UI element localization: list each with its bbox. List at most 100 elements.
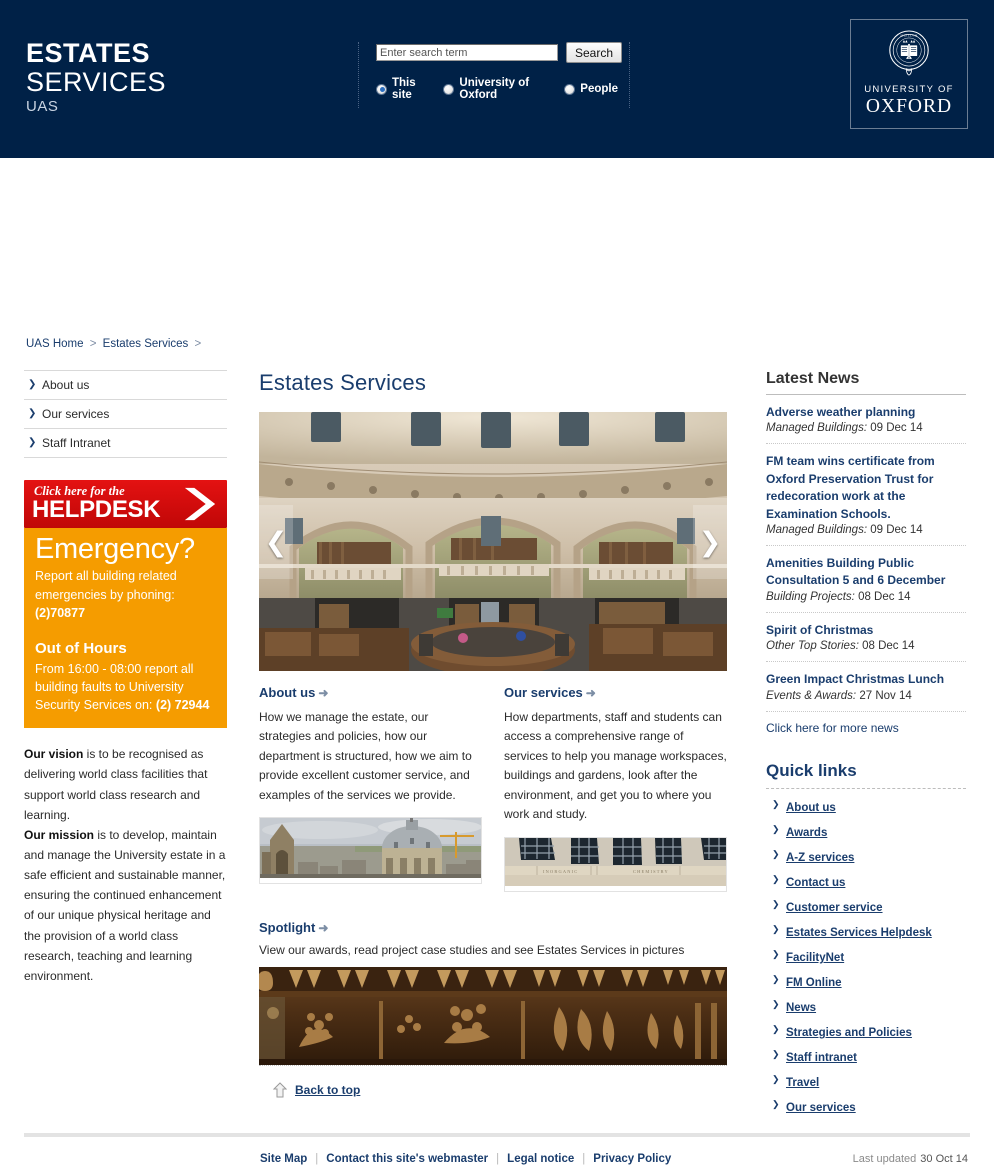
news-item: Green Impact Christmas Lunch Events & Aw… [766,671,966,712]
news-item-title[interactable]: Spirit of Christmas [766,622,966,639]
out-of-hours-phone: (2) 72944 [155,698,210,713]
emergency-phone: (2)70877 [35,605,86,620]
quick-link-contact-us[interactable]: ❯ Contact us [766,870,966,895]
svg-text:CHEMISTRY: CHEMISTRY [633,869,669,874]
sidebar-item-about-us[interactable]: ❯ About us [24,371,227,400]
radio-selected-icon[interactable] [376,83,387,95]
search-scope-this-site[interactable]: This site [376,77,428,101]
news-item-title[interactable]: FM team wins certificate from Oxford Pre… [766,453,966,523]
quick-link-label[interactable]: FacilityNet [786,952,844,964]
quick-link-a-z-services[interactable]: ❯ A-Z services [766,845,966,870]
quick-link-label[interactable]: Awards [786,827,827,839]
chevron-right-icon: ❯ [772,1098,780,1109]
search-scope-people[interactable]: People [564,83,618,95]
site-footer: Site Map | Contact this site's webmaster… [0,1133,994,1165]
oxford-skyline-photo [260,818,481,879]
quick-link-customer-service[interactable]: ❯ Customer service [766,895,966,920]
search-button[interactable]: Search [566,42,623,63]
site-logo-estates-services[interactable]: ESTATES SERVICES UAS [26,40,166,115]
arrow-right-icon: ➜ [318,686,329,700]
breadcrumb-item-estates-services[interactable]: Estates Services [103,338,189,350]
sidebar-item-staff-intranet[interactable]: ❯ Staff Intranet [24,429,227,458]
quick-link-strategies-and-policies[interactable]: ❯ Strategies and Policies [766,1020,966,1045]
quick-link-label[interactable]: A-Z services [786,852,854,864]
quick-link-label[interactable]: Our services [786,1102,856,1114]
quick-link-label[interactable]: About us [786,802,836,814]
chevron-right-icon: ❯ [772,823,780,834]
search-row: Search [376,42,629,63]
news-item: Amenities Building Public Consultation 5… [766,555,966,613]
spotlight-section: Spotlight ➜ View our awards, read project… [259,920,729,1066]
hero-carousel[interactable]: ❮ ❯ [259,412,727,671]
search-input[interactable] [376,44,558,61]
quick-link-label[interactable]: News [786,1002,816,1014]
news-item-title[interactable]: Amenities Building Public Consultation 5… [766,555,966,590]
news-item-category: Managed Buildings: [766,523,868,536]
breadcrumb: UAS Home > Estates Services > [26,338,204,350]
spotlight-image[interactable] [259,966,727,1066]
sidebar-item-our-services[interactable]: ❯ Our services [24,400,227,429]
spotlight-title: Spotlight [259,919,316,935]
quick-link-label[interactable]: Estates Services Helpdesk [786,927,932,939]
emergency-heading: Emergency? [35,533,195,565]
svg-text:SIGILLVM: SIGILLVM [900,33,917,37]
quick-link-facilitynet[interactable]: ❯ FacilityNet [766,945,966,970]
news-item-meta: Building Projects: 08 Dec 14 [766,591,966,603]
quick-link-news[interactable]: ❯ News [766,995,966,1020]
quick-link-estates-services-helpdesk[interactable]: ❯ Estates Services Helpdesk [766,920,966,945]
radio-unselected-icon[interactable] [564,83,576,95]
carousel-prev-button[interactable]: ❮ [259,505,293,579]
back-to-top[interactable]: Back to top [259,1081,729,1098]
spotlight-body: View our awards, read project case studi… [259,942,685,957]
quick-link-staff-intranet[interactable]: ❯ Staff intranet [766,1045,966,1070]
emergency-body: Report all building related emergencies … [35,567,216,621]
footer-link-legal-notice[interactable]: Legal notice [507,1153,574,1165]
promo-our-services-title: Our services [504,685,583,700]
sidebar-nav: ❯ About us ❯ Our services ❯ Staff Intran… [24,370,227,458]
chevron-right-icon: ❯ [772,973,780,984]
footer-link-privacy-policy[interactable]: Privacy Policy [593,1153,671,1165]
sidebar-item-label: Our services [42,407,110,421]
spotlight-heading[interactable]: Spotlight ➜ [259,920,729,935]
carousel-image-radcliffe-camera [259,412,727,671]
mission-text: is to develop, maintain and manage the U… [24,827,226,983]
radio-unselected-icon[interactable] [443,83,455,95]
quick-link-label[interactable]: Contact us [786,877,845,889]
footer-separator: | [315,1153,319,1165]
promo-our-services-heading[interactable]: Our services ➜ [504,685,727,700]
carousel-next-button[interactable]: ❯ [693,505,727,579]
quick-link-travel[interactable]: ❯ Travel [766,1070,966,1095]
promo-about-us-heading[interactable]: About us ➜ [259,685,482,700]
site-header: ESTATES SERVICES UAS Search This site Un… [0,0,994,158]
quick-link-our-services[interactable]: ❯ Our services [766,1095,966,1120]
news-item-title[interactable]: Adverse weather planning [766,404,966,421]
quick-link-label[interactable]: FM Online [786,977,842,989]
quick-link-label[interactable]: Travel [786,1077,819,1089]
university-of-oxford-logo[interactable]: SIGILLVM UNIVERSITY OF OXFORD [850,19,968,129]
news-item-date: 27 Nov 14 [859,689,912,702]
latest-news-heading: Latest News [766,370,860,387]
carved-wood-detail-photo [259,966,727,1065]
promo-about-us-image[interactable] [259,817,482,885]
breadcrumb-separator: > [194,338,202,350]
quick-link-about-us[interactable]: ❯ About us [766,795,966,820]
arrow-right-icon: ➜ [318,920,329,935]
sidebar-item-label: About us [42,378,90,392]
footer-link-site-map[interactable]: Site Map [260,1153,307,1165]
breadcrumb-item-uas-home[interactable]: UAS Home [26,338,84,350]
back-to-top-link[interactable]: Back to top [295,1083,360,1097]
helpdesk-banner[interactable]: Click here for the HELPDESK [24,480,227,528]
quick-link-label[interactable]: Customer service [786,902,883,914]
search-scope-university[interactable]: University of Oxford [443,77,549,101]
promo-our-services-image[interactable]: INORGANIC CHEMISTRY [504,836,727,892]
page-title: Estates Services [259,370,427,395]
search-scope-group: This site University of Oxford People [376,77,629,101]
chevron-right-icon: ❯ [28,408,37,419]
news-item-category: Building Projects: [766,590,855,603]
footer-link-webmaster[interactable]: Contact this site's webmaster [326,1153,488,1165]
quick-link-awards[interactable]: ❯ Awards [766,820,966,845]
quick-link-label[interactable]: Strategies and Policies [786,1027,912,1039]
more-news-link[interactable]: Click here for more news [766,721,966,735]
quick-link-fm-online[interactable]: ❯ FM Online [766,970,966,995]
news-item-title[interactable]: Green Impact Christmas Lunch [766,671,966,688]
